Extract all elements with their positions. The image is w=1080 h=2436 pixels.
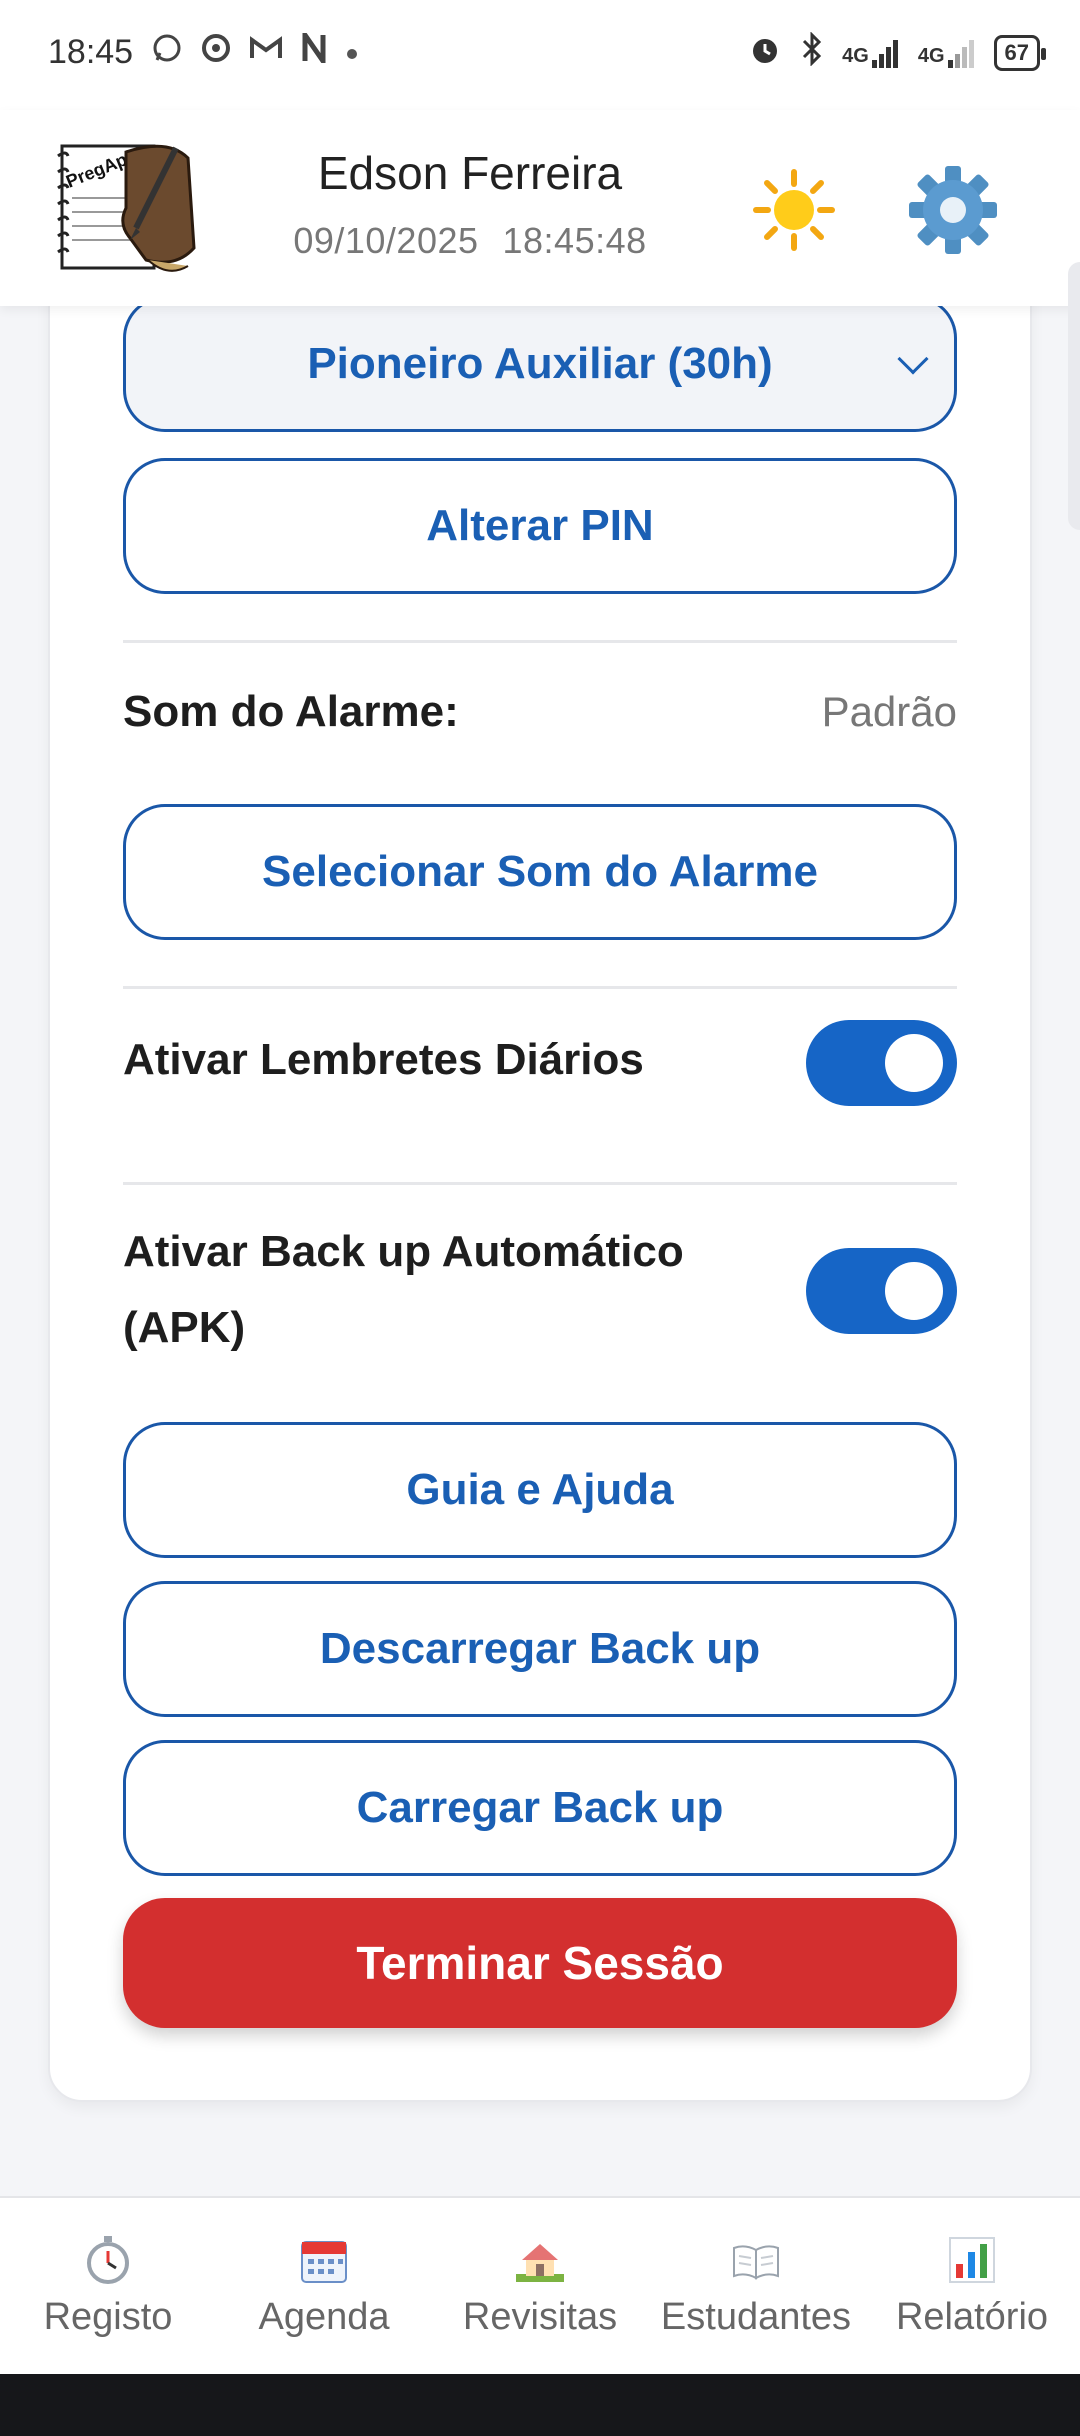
sun-icon[interactable] xyxy=(752,168,836,252)
download-backup-label: Descarregar Back up xyxy=(319,1624,761,1673)
nav-item-estudantes[interactable]: Estudantes xyxy=(656,2234,856,2339)
toggle-knob xyxy=(885,1034,943,1092)
alarm-sound-label: Som do Alarme: xyxy=(123,687,459,736)
select-alarm-sound-label: Selecionar Som do Alarme xyxy=(262,847,818,896)
divider xyxy=(123,986,957,989)
current-datetime: 09/10/2025 18:45:48 xyxy=(230,220,710,262)
edge-panel-handle[interactable] xyxy=(1068,262,1080,530)
auto-backup-label: Ativar Back up Automático (APK) xyxy=(123,1214,684,1366)
current-date: 09/10/2025 xyxy=(293,220,479,261)
bottom-navigation: Registo Agenda Revisitas Estudantes Rela… xyxy=(0,2196,1080,2374)
status-right: 4G 4G 67 xyxy=(748,31,1047,74)
battery-level: 67 xyxy=(1004,40,1029,65)
status-time: 18:45 xyxy=(48,32,134,71)
service-type-value: Pioneiro Auxiliar (30h) xyxy=(307,339,773,388)
service-type-select[interactable]: Pioneiro Auxiliar (30h) xyxy=(123,296,957,432)
auto-backup-toggle[interactable] xyxy=(806,1248,957,1334)
current-time: 18:45:48 xyxy=(502,220,647,261)
user-name: Edson Ferreira xyxy=(317,147,623,199)
divider xyxy=(123,1182,957,1185)
gmail-icon xyxy=(249,34,283,70)
app-logo[interactable]: PregApp xyxy=(48,128,198,278)
change-pin-button[interactable]: Alterar PIN xyxy=(123,458,957,594)
system-navigation-bar xyxy=(0,2374,1080,2436)
bar-chart-icon xyxy=(949,2236,995,2283)
app-screen: 18:45 4G 4G 67 PregApp Edson Ferreira 09… xyxy=(0,0,1080,2436)
daily-reminders-label: Ativar Lembretes Diários xyxy=(123,1035,644,1084)
divider xyxy=(123,640,957,643)
battery-icon: 67 xyxy=(993,35,1047,71)
notebook-hand-icon: PregApp xyxy=(57,144,196,272)
n-app-icon xyxy=(301,26,327,71)
nav-item-registo[interactable]: Registo xyxy=(8,2234,208,2339)
chevron-down-icon xyxy=(897,343,929,375)
toggle-knob xyxy=(885,1262,943,1320)
auto-backup-label-line2: (APK) xyxy=(123,1303,246,1352)
signal-4g-icon: 4G xyxy=(842,38,900,68)
bluetooth-icon xyxy=(800,31,824,74)
house-icon xyxy=(516,2243,564,2282)
nav-label: Relatório xyxy=(895,2295,1049,2338)
book-icon xyxy=(733,2244,779,2280)
status-bar: 18:45 4G 4G 67 xyxy=(0,0,1080,110)
status-left: 18:45 xyxy=(48,26,359,72)
nav-label: Registo xyxy=(43,2295,173,2338)
dot-icon xyxy=(345,35,359,69)
nav-label: Agenda xyxy=(258,2295,390,2338)
whatsapp-icon xyxy=(151,32,183,72)
upload-backup-label: Carregar Back up xyxy=(356,1783,724,1832)
nav-item-revisitas[interactable]: Revisitas xyxy=(440,2234,640,2339)
gear-icon[interactable] xyxy=(905,162,1001,258)
auto-backup-label-line1: Ativar Back up Automático xyxy=(123,1227,684,1276)
download-backup-button[interactable]: Descarregar Back up xyxy=(123,1581,957,1717)
stopwatch-icon xyxy=(87,2235,129,2284)
select-alarm-sound-button[interactable]: Selecionar Som do Alarme xyxy=(123,804,957,940)
app-header: PregApp Edson Ferreira 09/10/2025 18:45:4… xyxy=(0,110,1080,306)
nav-item-agenda[interactable]: Agenda xyxy=(224,2234,424,2339)
daily-reminders-toggle[interactable] xyxy=(806,1020,957,1106)
nav-label: Estudantes xyxy=(660,2295,852,2338)
upload-backup-button[interactable]: Carregar Back up xyxy=(123,1740,957,1876)
guide-help-button[interactable]: Guia e Ajuda xyxy=(123,1422,957,1558)
signal-4g-icon: 4G xyxy=(918,38,976,68)
network-label-1: 4G xyxy=(842,45,869,67)
guide-help-label: Guia e Ajuda xyxy=(406,1465,674,1514)
logout-button[interactable]: Terminar Sessão xyxy=(123,1898,957,2028)
network-label-2: 4G xyxy=(917,45,945,67)
alarm-icon xyxy=(748,32,782,74)
alarm-sound-value: Padrão xyxy=(821,688,957,735)
change-pin-label: Alterar PIN xyxy=(426,501,654,550)
nav-label: Revisitas xyxy=(462,2295,618,2338)
calendar-icon xyxy=(301,2240,347,2283)
nav-item-relatorio[interactable]: Relatório xyxy=(872,2234,1072,2339)
logout-label: Terminar Sessão xyxy=(356,1937,724,1989)
chrome-icon xyxy=(201,33,231,71)
